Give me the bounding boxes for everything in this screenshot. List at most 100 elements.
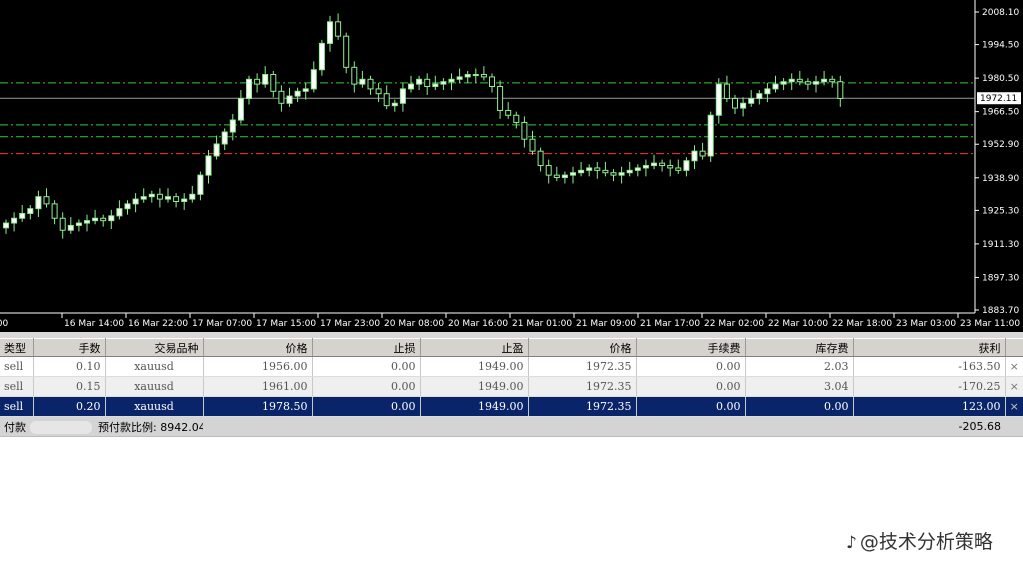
time-tick-label: 16 Mar 14:00: [64, 319, 124, 329]
time-tick-label: 22 Mar 02:00: [704, 319, 764, 329]
candle-body: [480, 74, 487, 78]
candle-body: [35, 196, 42, 210]
candle-body: [667, 165, 674, 169]
tiktok-icon: ♪: [846, 533, 857, 553]
order-swap: 0.00: [745, 396, 854, 417]
candle-body: [197, 174, 204, 195]
candle-body: [335, 21, 342, 37]
candle-body: [505, 109, 512, 116]
candle-body: [732, 97, 738, 109]
candle-body: [659, 162, 666, 167]
total-profit: -205.68: [853, 416, 1005, 437]
time-tick-label: 21 Mar 01:00: [512, 319, 572, 329]
order-type: sell: [0, 396, 34, 417]
table-row[interactable]: sell 0.15 xauusd 1961.00 0.00 1949.00 19…: [0, 376, 1023, 397]
candle-body: [367, 78, 374, 90]
price-tick-label: 1897.30: [982, 273, 1019, 283]
candle-body: [124, 203, 131, 210]
candle-body: [610, 172, 617, 176]
price-tick-label: 1966.50: [982, 108, 1019, 118]
candle-body: [375, 88, 382, 95]
col-header-symbol[interactable]: 交易品种: [105, 338, 204, 357]
trade-orders-table: 类型 手数 交易品种 价格 止损 止盈 价格 手续费 库存费 获利 sell 0…: [0, 338, 1023, 437]
col-header-price[interactable]: 价格: [528, 338, 637, 357]
time-tick-label: 23 Mar 03:00: [896, 319, 956, 329]
col-header-open-price[interactable]: 价格: [203, 338, 313, 357]
order-profit: -163.50: [853, 356, 1006, 377]
order-swap: 3.04: [745, 376, 854, 397]
margin-level-label: 预付款比例:: [98, 420, 157, 434]
col-header-type[interactable]: 类型: [0, 338, 34, 357]
candle-body: [651, 162, 657, 167]
candle-body: [707, 114, 714, 157]
table-row-selected[interactable]: sell 0.20 xauusd 1978.50 0.00 1949.00 19…: [0, 396, 1023, 417]
order-profit: 123.00: [853, 396, 1006, 417]
candle-body: [92, 217, 99, 222]
candle-body: [302, 88, 309, 92]
candle-body: [229, 119, 236, 133]
candle-body: [270, 74, 277, 92]
candle-body: [318, 42, 325, 71]
candle-body: [11, 217, 18, 224]
candle-body: [464, 74, 471, 78]
table-row[interactable]: sell 0.10 xauusd 1956.00 0.00 1949.00 19…: [0, 356, 1023, 377]
candle-body: [642, 165, 649, 169]
candle-body: [821, 78, 828, 83]
candle-body: [286, 95, 293, 104]
candle-body: [399, 88, 406, 104]
candle-body: [294, 90, 301, 97]
col-header-take-profit[interactable]: 止盈: [420, 338, 529, 357]
candle-body: [156, 193, 163, 200]
candle-body: [165, 196, 171, 200]
candle-body: [740, 102, 747, 109]
candle-body: [391, 102, 398, 107]
col-header-stop-loss[interactable]: 止损: [312, 338, 421, 357]
price-tick-label: 1980.50: [982, 74, 1019, 84]
col-header-swap[interactable]: 库存费: [745, 338, 854, 357]
price-tick-label: 2008.10: [982, 8, 1019, 18]
close-order-icon[interactable]: ×: [1005, 396, 1023, 417]
candle-body: [51, 203, 58, 219]
candle-body: [813, 81, 819, 85]
candle-body: [578, 169, 585, 174]
col-header-lots[interactable]: 手数: [33, 338, 106, 357]
summary-left: 付款 预付款比例: 8942.04%: [0, 416, 203, 437]
order-lots: 0.10: [33, 356, 106, 377]
watermark: ♪ @技术分析策略: [846, 527, 993, 554]
candle-body: [796, 78, 803, 83]
candle-body: [246, 78, 252, 99]
candle-body: [189, 193, 196, 200]
candle-body: [472, 74, 479, 77]
table-header-row: 类型 手数 交易品种 价格 止损 止盈 价格 手续费 库存费 获利: [0, 338, 1023, 357]
order-swap: 2.03: [745, 356, 854, 377]
price-tick-label: 1911.30: [982, 240, 1019, 250]
candle-body: [181, 198, 188, 202]
candle-body: [67, 224, 74, 231]
order-symbol: xauusd: [105, 356, 204, 377]
candle-body: [537, 150, 544, 167]
candle-body: [132, 198, 139, 205]
price-chart[interactable]: 2008.10 1994.50 1980.50 1966.50 1952.90 1938.…: [0, 0, 1023, 332]
price-tick-label: 1994.50: [982, 41, 1019, 51]
candlestick-chart[interactable]: 2008.10 1994.50 1980.50 1966.50 1952.90 1938.…: [0, 0, 1023, 332]
candle-body: [213, 143, 220, 157]
col-header-commission[interactable]: 手续费: [636, 338, 746, 357]
close-order-icon[interactable]: ×: [1005, 376, 1023, 397]
close-order-icon[interactable]: ×: [1005, 356, 1023, 377]
order-open-price: 1978.50: [203, 396, 313, 417]
time-tick-label: 22 Mar 10:00: [768, 319, 828, 329]
candle-body: [327, 21, 333, 44]
candle-body: [618, 172, 625, 176]
candle-body: [448, 78, 455, 83]
candle-body: [626, 169, 633, 174]
watermark-text: @技术分析策略: [859, 531, 993, 553]
candle-body: [173, 196, 180, 202]
order-stop-loss: 0.00: [312, 376, 421, 397]
candle-body: [756, 93, 763, 99]
margin-level-value: 8942.04%: [160, 420, 203, 434]
candle-body: [764, 88, 771, 95]
time-tick-label: 21 Mar 17:00: [640, 319, 700, 329]
candle-body: [829, 78, 836, 83]
candle-body: [456, 76, 463, 80]
col-header-profit[interactable]: 获利: [853, 338, 1006, 357]
